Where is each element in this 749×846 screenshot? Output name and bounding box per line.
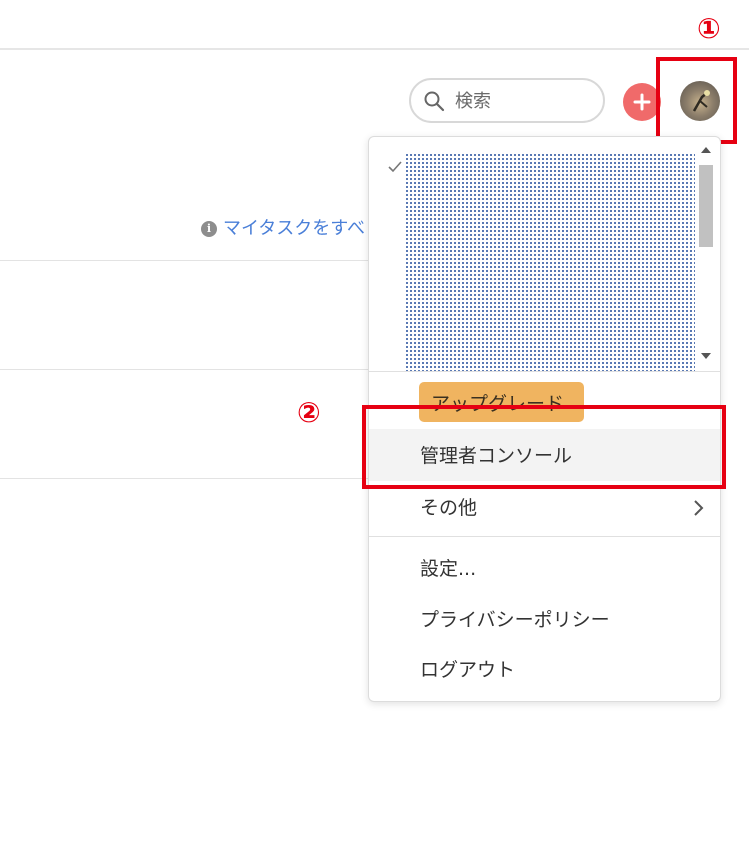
logout-item[interactable]: ログアウト — [369, 643, 720, 695]
menu-item-label: 設定... — [420, 558, 477, 580]
check-icon — [388, 161, 402, 173]
row-divider — [0, 478, 370, 479]
info-icon: i — [201, 221, 217, 237]
annotation-box-2 — [362, 405, 726, 489]
search-icon — [424, 91, 445, 112]
my-tasks-link-text[interactable]: マイタスクをすべ — [223, 218, 365, 239]
my-tasks-info-link[interactable]: i マイタスクをすべ — [201, 214, 365, 240]
scroll-down-arrow-icon[interactable] — [701, 353, 711, 359]
workspace-list-redacted[interactable] — [405, 153, 695, 373]
menu-divider — [369, 371, 720, 372]
settings-item[interactable]: 設定... — [369, 542, 720, 594]
chevron-right-icon — [694, 500, 704, 516]
scroll-thumb[interactable] — [699, 165, 713, 247]
scroll-up-arrow-icon[interactable] — [701, 147, 711, 153]
workspace-scrollbar[interactable] — [696, 147, 716, 373]
plus-icon — [633, 93, 651, 111]
annotation-label-1: ① — [697, 12, 721, 45]
menu-divider — [369, 536, 720, 537]
search-box[interactable] — [409, 78, 605, 123]
annotation-label-2: ② — [297, 396, 321, 429]
header-divider — [0, 48, 749, 50]
privacy-policy-item[interactable]: プライバシーポリシー — [369, 593, 720, 645]
row-divider — [0, 369, 370, 370]
menu-item-label: その他 — [420, 497, 478, 519]
search-input[interactable] — [455, 88, 595, 114]
menu-item-label: プライバシーポリシー — [420, 609, 610, 631]
menu-item-label: ログアウト — [420, 659, 516, 681]
annotation-box-1 — [656, 57, 737, 144]
row-divider — [0, 260, 370, 261]
